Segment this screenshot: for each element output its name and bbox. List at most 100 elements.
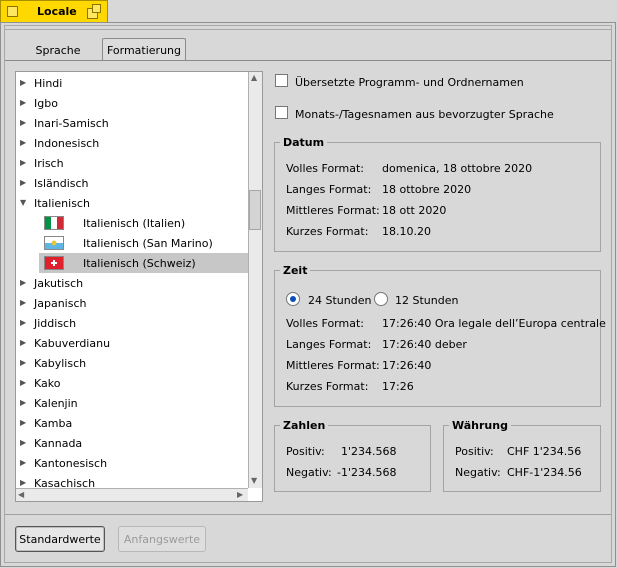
waehrung-negative-label: Negativ: xyxy=(455,466,501,479)
zahlen-negative-value: -1'234.568 xyxy=(337,466,397,479)
list-item[interactable]: ▶ Igbo xyxy=(16,93,248,113)
list-item[interactable]: Italienisch (San Marino) xyxy=(16,233,248,253)
scroll-down-icon[interactable]: ▼ xyxy=(251,476,257,485)
list-item[interactable]: ▶ Kako xyxy=(16,373,248,393)
translated-names-checkbox[interactable] xyxy=(275,74,288,87)
list-item[interactable]: ▶ Irisch xyxy=(16,153,248,173)
zahlen-title: Zahlen xyxy=(280,419,329,432)
datum-full-value: domenica, 18 ottobre 2020 xyxy=(382,162,533,175)
switzerland-flag-icon xyxy=(44,256,64,270)
translated-names-label: Übersetzte Programm- und Ordnernamen xyxy=(295,76,524,89)
list-item[interactable]: ▶ Kamba xyxy=(16,413,248,433)
list-item-label: Kannada xyxy=(34,437,83,450)
list-item[interactable]: ▶ Kalenjin xyxy=(16,393,248,413)
chevron-right-icon[interactable]: ▶ xyxy=(20,458,26,467)
chevron-right-icon[interactable]: ▶ xyxy=(20,358,26,367)
datum-medium-value: 18 ott 2020 xyxy=(382,204,447,217)
list-item-label: Jakutisch xyxy=(34,277,84,290)
chevron-right-icon[interactable]: ▶ xyxy=(20,478,26,487)
list-item[interactable]: ▶ Isländisch xyxy=(16,173,248,193)
chevron-right-icon[interactable]: ▶ xyxy=(20,158,26,167)
list-item-label: Kako xyxy=(34,377,61,390)
list-item[interactable]: ▶ Jakutisch xyxy=(16,273,248,293)
defaults-button[interactable]: Standardwerte xyxy=(15,526,105,552)
chevron-right-icon[interactable]: ▶ xyxy=(20,438,26,447)
month-day-names-checkbox[interactable] xyxy=(275,106,288,119)
chevron-right-icon[interactable]: ▶ xyxy=(20,318,26,327)
chevron-right-icon[interactable]: ▶ xyxy=(20,138,26,147)
san-marino-flag-icon xyxy=(44,236,64,250)
list-item-label: Inari-Samisch xyxy=(34,117,109,130)
chevron-right-icon[interactable]: ▶ xyxy=(20,418,26,427)
list-item-label: Japanisch xyxy=(34,297,87,310)
datum-long-label: Langes Format: xyxy=(286,183,372,196)
zeit-long-label: Langes Format: xyxy=(286,338,372,351)
list-item-label: Irisch xyxy=(34,157,64,170)
chevron-right-icon[interactable]: ▶ xyxy=(20,78,26,87)
list-item[interactable]: ▶ Japanisch xyxy=(16,293,248,313)
list-item-label: Italienisch xyxy=(34,197,90,210)
datum-title: Datum xyxy=(280,136,328,149)
list-item-label: Kantonesisch xyxy=(34,457,108,470)
list-item[interactable]: ▶ Kabylisch xyxy=(16,353,248,373)
list-item[interactable]: ▶ Kantonesisch xyxy=(16,453,248,473)
list-item-label: Italienisch (San Marino) xyxy=(83,237,213,250)
list-item[interactable]: Italienisch (Italien) xyxy=(16,213,248,233)
datum-short-label: Kurzes Format: xyxy=(286,225,369,238)
chevron-right-icon[interactable]: ▶ xyxy=(20,338,26,347)
list-item-label: Hindi xyxy=(34,77,63,90)
scroll-left-icon[interactable]: ◀ xyxy=(18,490,24,499)
list-item[interactable]: ▶ Jiddisch xyxy=(16,313,248,333)
chevron-right-icon[interactable]: ▶ xyxy=(20,298,26,307)
chevron-right-icon[interactable]: ▶ xyxy=(20,398,26,407)
waehrung-title: Währung xyxy=(449,419,511,432)
datum-long-value: 18 ottobre 2020 xyxy=(382,183,472,196)
horizontal-scrollbar[interactable]: ◀ ▶ xyxy=(16,488,248,501)
chevron-right-icon[interactable]: ▶ xyxy=(20,178,26,187)
zeit-title: Zeit xyxy=(280,264,311,277)
datum-medium-label: Mittleres Format: xyxy=(286,204,380,217)
waehrung-positive-value: CHF 1'234.56 xyxy=(507,445,582,458)
tab-sprache[interactable]: Sprache xyxy=(20,39,96,61)
language-list[interactable]: ▶ Hindi ▶ Igbo ▶ Inari-Samisch ▶ Indonesisch ▶ Ir… xyxy=(15,71,263,502)
zahlen-positive-label: Positiv: xyxy=(286,445,325,458)
window-tab[interactable]: Locale xyxy=(0,0,108,23)
list-item[interactable]: ▶ Kabuverdianu xyxy=(16,333,248,353)
list-item[interactable]: ▶ Hindi xyxy=(16,73,248,93)
zahlen-negative-label: Negativ: xyxy=(286,466,332,479)
zoom-icon xyxy=(92,4,101,13)
chevron-right-icon[interactable]: ▶ xyxy=(20,378,26,387)
scroll-right-icon[interactable]: ▶ xyxy=(237,490,243,499)
zahlen-positive-value: 1'234.568 xyxy=(341,445,397,458)
list-item-label: Isländisch xyxy=(34,177,89,190)
zeit-long-value: 17:26:40 deber xyxy=(382,338,467,351)
list-item[interactable]: ▶ Inari-Samisch xyxy=(16,113,248,133)
vertical-scroll-thumb[interactable] xyxy=(249,190,261,230)
list-item[interactable]: ▶ Kannada xyxy=(16,433,248,453)
list-item-label: Jiddisch xyxy=(34,317,77,330)
list-item[interactable]: Italienisch (Schweiz) xyxy=(39,253,248,273)
close-button[interactable] xyxy=(7,6,18,17)
window-title: Locale xyxy=(37,5,77,18)
radio-12-hours[interactable] xyxy=(374,292,388,306)
revert-button[interactable]: Anfangswerte xyxy=(118,526,206,552)
radio-24-hours[interactable] xyxy=(286,292,300,306)
waehrung-group xyxy=(443,425,601,492)
radio-24-hours-label: 24 Stunden xyxy=(308,294,372,307)
chevron-right-icon[interactable]: ▶ xyxy=(20,118,26,127)
top-divider xyxy=(5,29,611,30)
zeit-full-value: 17:26:40 Ora legale dell’Europa centrale xyxy=(382,317,606,330)
list-item[interactable]: ▶ Indonesisch xyxy=(16,133,248,153)
list-item-label: Indonesisch xyxy=(34,137,100,150)
list-item-label: Italienisch (Schweiz) xyxy=(83,257,196,270)
tab-formatierung[interactable]: Formatierung xyxy=(102,38,186,61)
vertical-scrollbar[interactable]: ▲ ▼ xyxy=(248,72,262,488)
chevron-down-icon[interactable]: ▼ xyxy=(20,198,26,207)
radio-12-hours-label: 12 Stunden xyxy=(395,294,459,307)
tab-divider xyxy=(5,60,611,61)
scroll-up-icon[interactable]: ▲ xyxy=(251,73,257,82)
zeit-medium-value: 17:26:40 xyxy=(382,359,432,372)
list-item[interactable]: ▼ Italienisch xyxy=(16,193,248,213)
chevron-right-icon[interactable]: ▶ xyxy=(20,98,26,107)
chevron-right-icon[interactable]: ▶ xyxy=(20,278,26,287)
